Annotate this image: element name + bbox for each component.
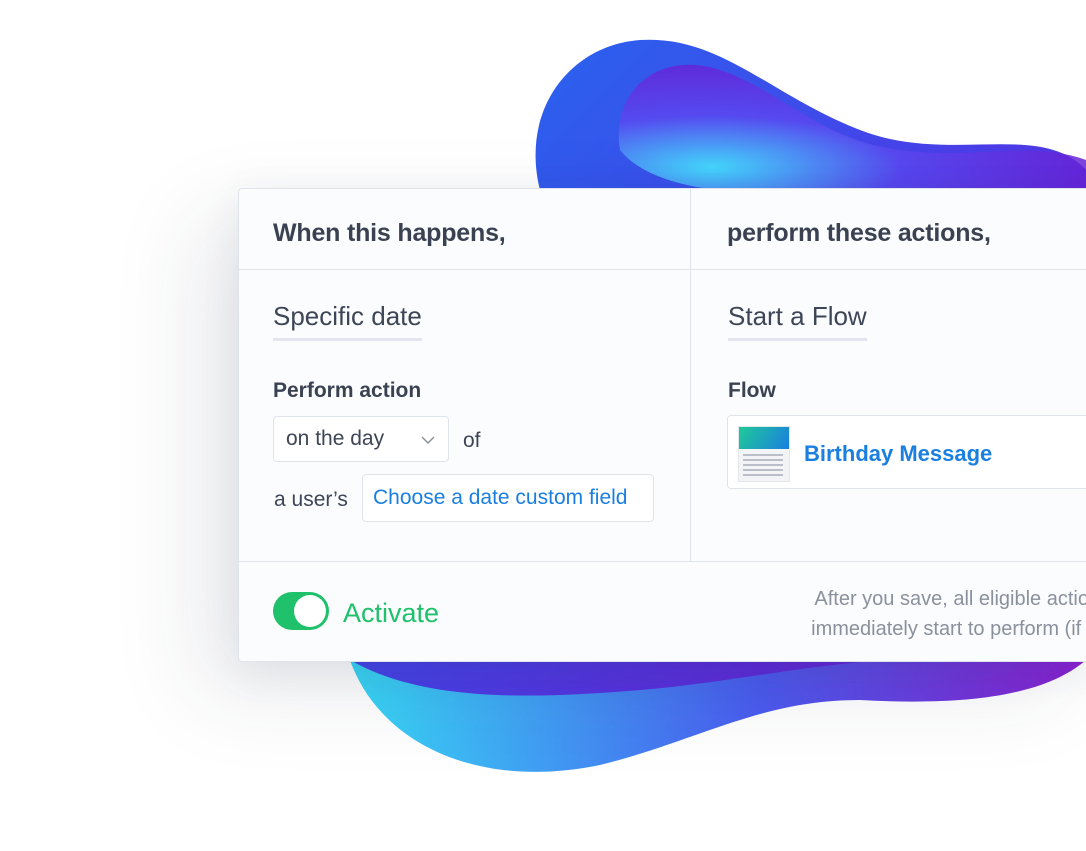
save-info-note: After you save, all eligible actions wil… (719, 584, 1086, 644)
flow-name[interactable]: Birthday Message (804, 441, 992, 467)
date-custom-field-picker[interactable]: Choose a date custom field (362, 474, 654, 522)
card-header: When this happens, perform these actions… (239, 189, 1086, 270)
action-column-title: perform these actions, (727, 219, 991, 247)
of-text: of (463, 429, 481, 452)
save-info-line-1: After you save, all eligible actions wil (814, 588, 1086, 610)
user-prefix-text: a user’s (274, 488, 348, 511)
activate-toggle[interactable] (273, 592, 329, 630)
toggle-knob (294, 595, 326, 627)
automation-rule-card: When this happens, perform these actions… (238, 188, 1086, 662)
action-type-select[interactable]: Start a Flow (728, 301, 867, 341)
column-divider (690, 189, 691, 561)
chevron-down-icon (421, 436, 435, 445)
perform-action-label: Perform action (273, 379, 422, 402)
trigger-type-select[interactable]: Specific date (273, 301, 422, 341)
save-info-line-2: immediately start to perform (if activa (811, 618, 1086, 640)
flow-thumbnail (738, 426, 790, 482)
custom-field-placeholder: Choose a date custom field (373, 486, 628, 509)
flow-picker[interactable]: Birthday Message (727, 415, 1086, 489)
flow-label: Flow (728, 379, 776, 402)
timing-select[interactable]: on the day (273, 416, 449, 462)
trigger-column-title: When this happens, (273, 219, 506, 247)
timing-select-value: on the day (286, 427, 385, 450)
activate-label: Activate (343, 598, 440, 628)
card-footer: Activate After you save, all eligible ac… (239, 561, 1086, 661)
